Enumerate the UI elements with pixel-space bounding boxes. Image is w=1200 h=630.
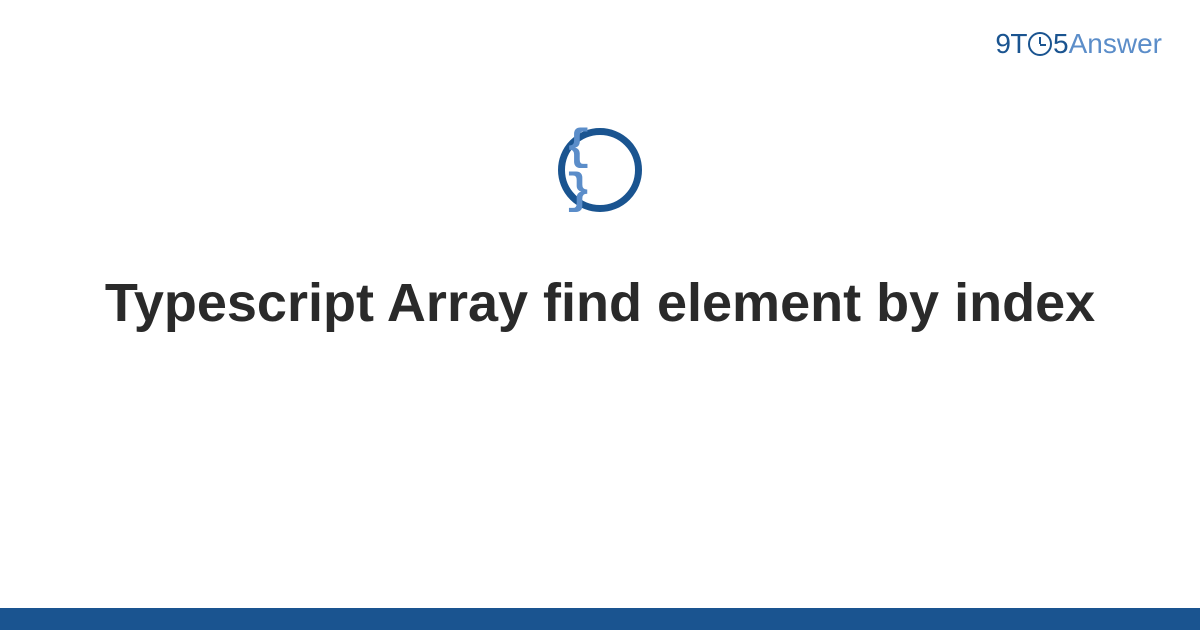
logo-text-answer: Answer bbox=[1069, 28, 1162, 60]
page-title: Typescript Array find element by index bbox=[105, 270, 1095, 338]
logo-text-5: 5 bbox=[1053, 28, 1069, 60]
footer-accent-bar bbox=[0, 608, 1200, 630]
site-logo: 9T 5 Answer bbox=[995, 28, 1162, 60]
code-braces-icon: { } bbox=[565, 126, 635, 214]
category-badge: { } bbox=[558, 128, 642, 212]
logo-text-9t: 9T bbox=[995, 28, 1027, 60]
clock-icon bbox=[1028, 32, 1052, 56]
main-content: { } Typescript Array find element by ind… bbox=[0, 128, 1200, 338]
